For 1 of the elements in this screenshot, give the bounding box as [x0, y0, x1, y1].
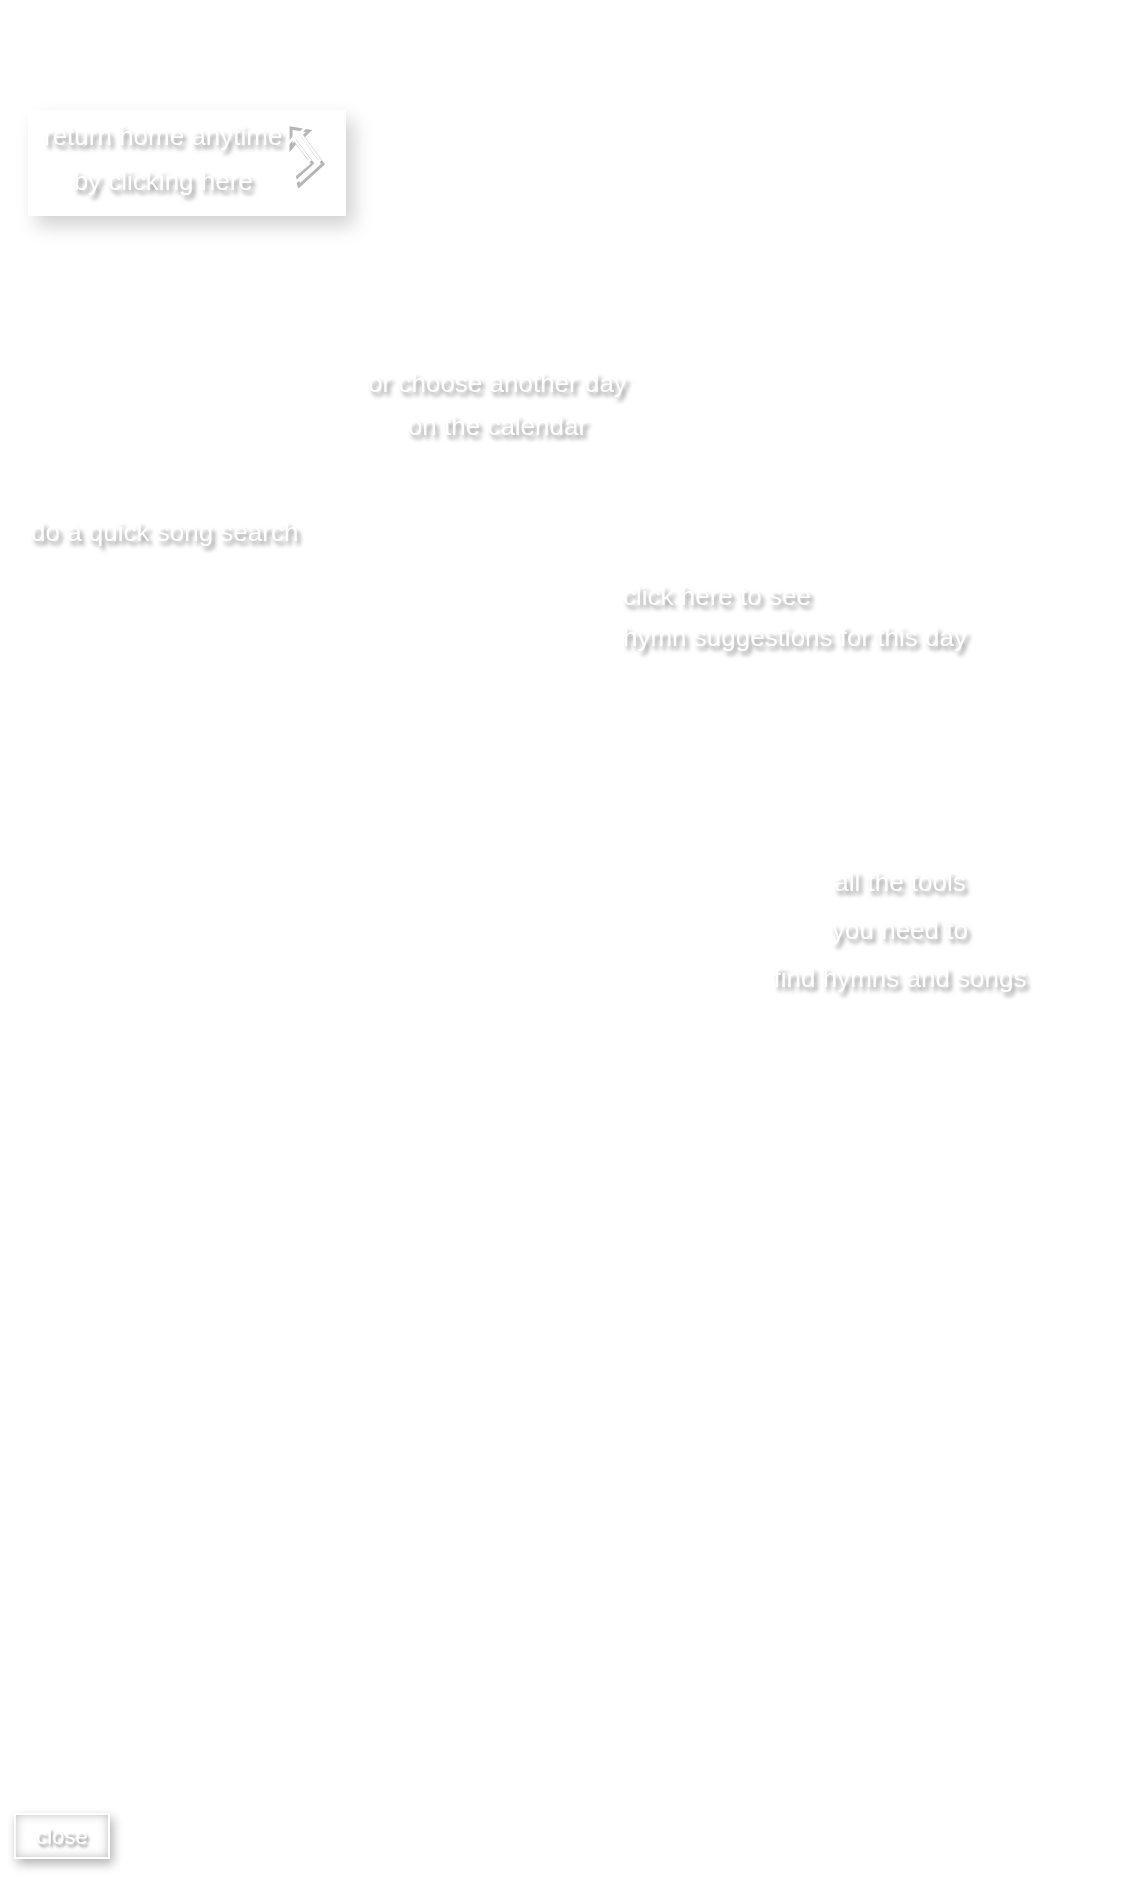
close-button[interactable]: close — [14, 1813, 110, 1859]
